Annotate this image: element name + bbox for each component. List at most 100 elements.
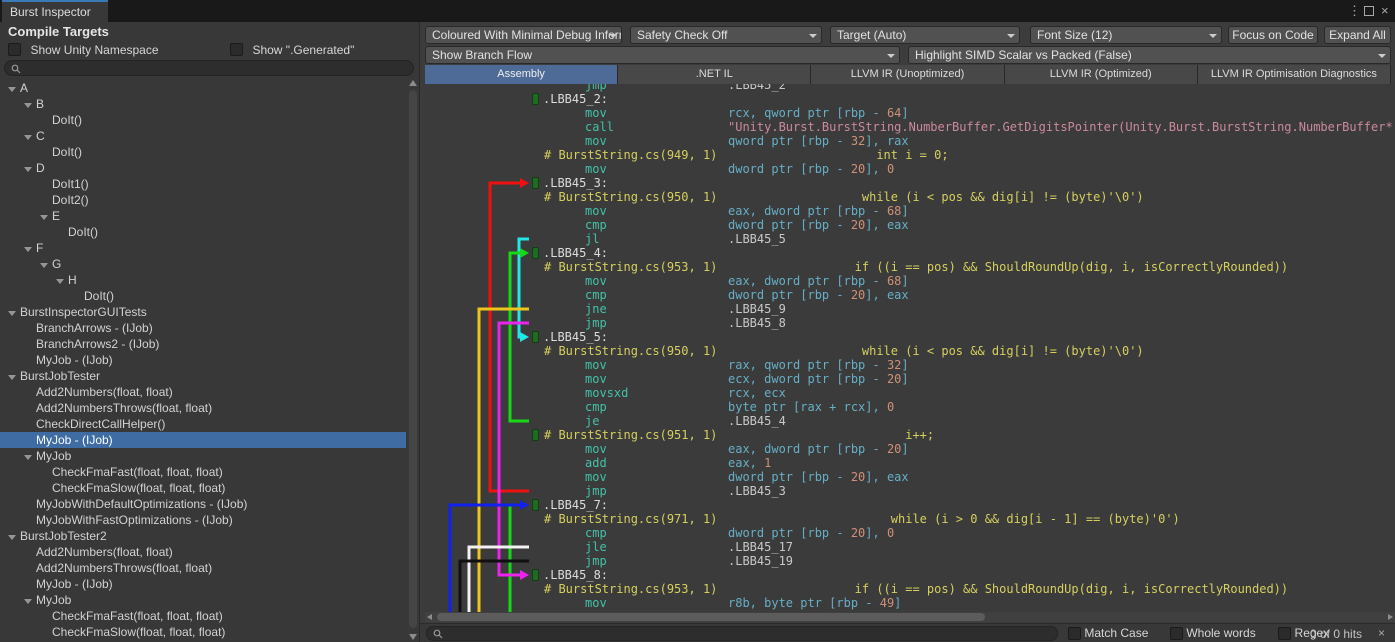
tree-item-doit[interactable]: DoIt() bbox=[0, 288, 406, 304]
asm-mnemonic: mov bbox=[585, 274, 607, 288]
foldout-expanded-icon[interactable] bbox=[24, 247, 32, 252]
checkbox-icon[interactable] bbox=[230, 43, 243, 56]
tab-net-il[interactable]: .NET IL bbox=[618, 65, 811, 84]
asm-operands: rax, qword ptr [rbp - 32] bbox=[728, 358, 909, 372]
tree-item-add2numbersthrows-float-float[interactable]: Add2NumbersThrows(float, float) bbox=[0, 400, 406, 416]
window-menu-icon[interactable]: ⋮ bbox=[1348, 3, 1361, 19]
show-unity-namespace-toggle[interactable]: Show Unity Namespace bbox=[8, 41, 159, 55]
tree-item-myjob[interactable]: MyJob bbox=[0, 592, 406, 608]
tree-item-g[interactable]: G bbox=[0, 256, 406, 272]
foldout-expanded-icon[interactable] bbox=[8, 87, 16, 92]
foldout-expanded-icon[interactable] bbox=[24, 455, 32, 460]
find-option-whole-words[interactable]: Whole words bbox=[1170, 626, 1256, 640]
foldout-expanded-icon[interactable] bbox=[24, 135, 32, 140]
tree-item-checkdirectcallhelper[interactable]: CheckDirectCallHelper() bbox=[0, 416, 406, 432]
tree-item-myjob[interactable]: MyJob bbox=[0, 448, 406, 464]
tree-item-b[interactable]: B bbox=[0, 96, 406, 112]
show-generated-toggle[interactable]: Show ".Generated" bbox=[230, 41, 354, 55]
checkbox-icon[interactable] bbox=[1278, 627, 1291, 640]
dropdown-highlight-simd-scalar-vs-packed-false[interactable]: Highlight SIMD Scalar vs Packed (False) bbox=[908, 46, 1391, 64]
tree-item-add2numbers-float-float[interactable]: Add2Numbers(float, float) bbox=[0, 544, 406, 560]
assembly-code-view[interactable]: jmp.LBB45_2.LBB45_2:movrcx, qword ptr [r… bbox=[425, 84, 1395, 612]
tree-item-checkfmaslow-float-float-float[interactable]: CheckFmaSlow(float, float, float) bbox=[0, 624, 406, 640]
tree-item-burstjobtester2[interactable]: BurstJobTester2 bbox=[0, 528, 406, 544]
scrollbar-thumb[interactable] bbox=[409, 90, 417, 628]
button-focus-on-code[interactable]: Focus on Code bbox=[1228, 26, 1318, 44]
tree-item-doit[interactable]: DoIt() bbox=[0, 112, 406, 128]
tree-item-checkfmafast-float-float-float[interactable]: CheckFmaFast(float, float, float) bbox=[0, 464, 406, 480]
tree-item-checkfmafast-float-float-float[interactable]: CheckFmaFast(float, float, float) bbox=[0, 608, 406, 624]
tree-item-burstjobtester[interactable]: BurstJobTester bbox=[0, 368, 406, 384]
find-input[interactable] bbox=[426, 626, 1058, 641]
foldout-expanded-icon[interactable] bbox=[8, 311, 16, 316]
foldout-expanded-icon[interactable] bbox=[40, 215, 48, 220]
code-horizontal-scrollbar[interactable] bbox=[425, 612, 1395, 622]
find-option-match-case[interactable]: Match Case bbox=[1068, 626, 1148, 640]
asm-operands: ecx, dword ptr [rbp - 20] bbox=[728, 372, 909, 386]
tree-item-f[interactable]: F bbox=[0, 240, 406, 256]
foldout-expanded-icon[interactable] bbox=[24, 167, 32, 172]
tree-item-c[interactable]: C bbox=[0, 128, 406, 144]
sidebar-scrollbar[interactable] bbox=[407, 78, 419, 640]
foldout-expanded-icon[interactable] bbox=[8, 375, 16, 380]
tree-item-doit[interactable]: DoIt() bbox=[0, 144, 406, 160]
window-title: Burst Inspector bbox=[10, 5, 91, 19]
dropdown-label: Coloured With Minimal Debug Information bbox=[432, 28, 622, 42]
maximize-icon[interactable] bbox=[1364, 6, 1374, 16]
tree-item-add2numbersthrows-float-float[interactable]: Add2NumbersThrows(float, float) bbox=[0, 560, 406, 576]
scroll-left-icon[interactable] bbox=[427, 614, 432, 620]
tab-llvm-ir-unoptimized[interactable]: LLVM IR (Unoptimized) bbox=[811, 65, 1004, 84]
dropdown-target-auto[interactable]: Target (Auto) bbox=[830, 26, 1020, 44]
dropdown-coloured-with-minimal-debug-information[interactable]: Coloured With Minimal Debug Information bbox=[425, 26, 622, 44]
find-close-icon[interactable]: × bbox=[1378, 626, 1385, 640]
dropdown-font-size-12[interactable]: Font Size (12) bbox=[1030, 26, 1222, 44]
targets-search-input[interactable] bbox=[4, 60, 414, 76]
asm-operands: dword ptr [rbp - 20], 0 bbox=[728, 162, 894, 176]
tab-llvm-ir-optimized[interactable]: LLVM IR (Optimized) bbox=[1005, 65, 1198, 84]
tree-item-checkfmaslow-float-float-float[interactable]: CheckFmaSlow(float, float, float) bbox=[0, 480, 406, 496]
tree-item-d[interactable]: D bbox=[0, 160, 406, 176]
foldout-expanded-icon[interactable] bbox=[56, 279, 64, 284]
asm-label: .LBB45_5: bbox=[543, 330, 608, 344]
tree-item-myjobwithdefaultoptimizations-ijob[interactable]: MyJobWithDefaultOptimizations - (IJob) bbox=[0, 496, 406, 512]
dropdown-safety-check-off[interactable]: Safety Check Off bbox=[630, 26, 822, 44]
foldout-expanded-icon[interactable] bbox=[8, 535, 16, 540]
button-expand-all[interactable]: Expand All bbox=[1324, 26, 1391, 44]
checkbox-icon[interactable] bbox=[1170, 627, 1183, 640]
checkbox-icon[interactable] bbox=[8, 43, 21, 56]
asm-mnemonic: je bbox=[585, 414, 599, 428]
asm-mnemonic: movsxd bbox=[585, 386, 628, 400]
tree-item-myjob-ijob[interactable]: MyJob - (IJob) bbox=[0, 576, 406, 592]
asm-operands: dword ptr [rbp - 20], eax bbox=[728, 470, 909, 484]
scroll-down-icon[interactable] bbox=[409, 634, 417, 640]
scroll-right-icon[interactable] bbox=[1388, 614, 1393, 620]
foldout-expanded-icon[interactable] bbox=[24, 103, 32, 108]
tree-item-burstinspectorguitests[interactable]: BurstInspectorGUITests bbox=[0, 304, 406, 320]
tree-item-myjobwithfastoptimizations-ijob[interactable]: MyJobWithFastOptimizations - (IJob) bbox=[0, 512, 406, 528]
asm-mnemonic: jmp bbox=[585, 484, 607, 498]
tree-item-myjob-ijob[interactable]: MyJob - (IJob) bbox=[0, 432, 406, 448]
foldout-expanded-icon[interactable] bbox=[24, 599, 32, 604]
tree-item-e[interactable]: E bbox=[0, 208, 406, 224]
window-tab-burst-inspector[interactable]: Burst Inspector bbox=[2, 0, 108, 22]
foldout-expanded-icon[interactable] bbox=[40, 263, 48, 268]
tree-item-a[interactable]: A bbox=[0, 80, 406, 96]
block-marker bbox=[532, 247, 539, 259]
tree-item-myjob-ijob[interactable]: MyJob - (IJob) bbox=[0, 352, 406, 368]
close-icon[interactable]: × bbox=[1381, 3, 1389, 18]
chevron-down-icon bbox=[1209, 34, 1217, 38]
tree-item-doit1[interactable]: DoIt1() bbox=[0, 176, 406, 192]
dropdown-show-branch-flow[interactable]: Show Branch Flow bbox=[425, 46, 900, 64]
tree-item-doit[interactable]: DoIt() bbox=[0, 224, 406, 240]
checkbox-icon[interactable] bbox=[1068, 627, 1081, 640]
tree-item-brancharrows-ijob[interactable]: BranchArrows - (IJob) bbox=[0, 320, 406, 336]
tree-item-brancharrows2-ijob[interactable]: BranchArrows2 - (IJob) bbox=[0, 336, 406, 352]
scrollbar-thumb[interactable] bbox=[437, 613, 985, 621]
asm-instruction-line: cmpdword ptr [rbp - 20], eax bbox=[425, 288, 1395, 302]
tree-item-h[interactable]: H bbox=[0, 272, 406, 288]
tab-llvm-ir-optimisation-diagnostics[interactable]: LLVM IR Optimisation Diagnostics bbox=[1198, 65, 1391, 84]
scroll-up-icon[interactable] bbox=[409, 80, 417, 86]
tree-item-add2numbers-float-float[interactable]: Add2Numbers(float, float) bbox=[0, 384, 406, 400]
tree-item-doit2[interactable]: DoIt2() bbox=[0, 192, 406, 208]
tab-assembly[interactable]: Assembly bbox=[425, 65, 618, 84]
